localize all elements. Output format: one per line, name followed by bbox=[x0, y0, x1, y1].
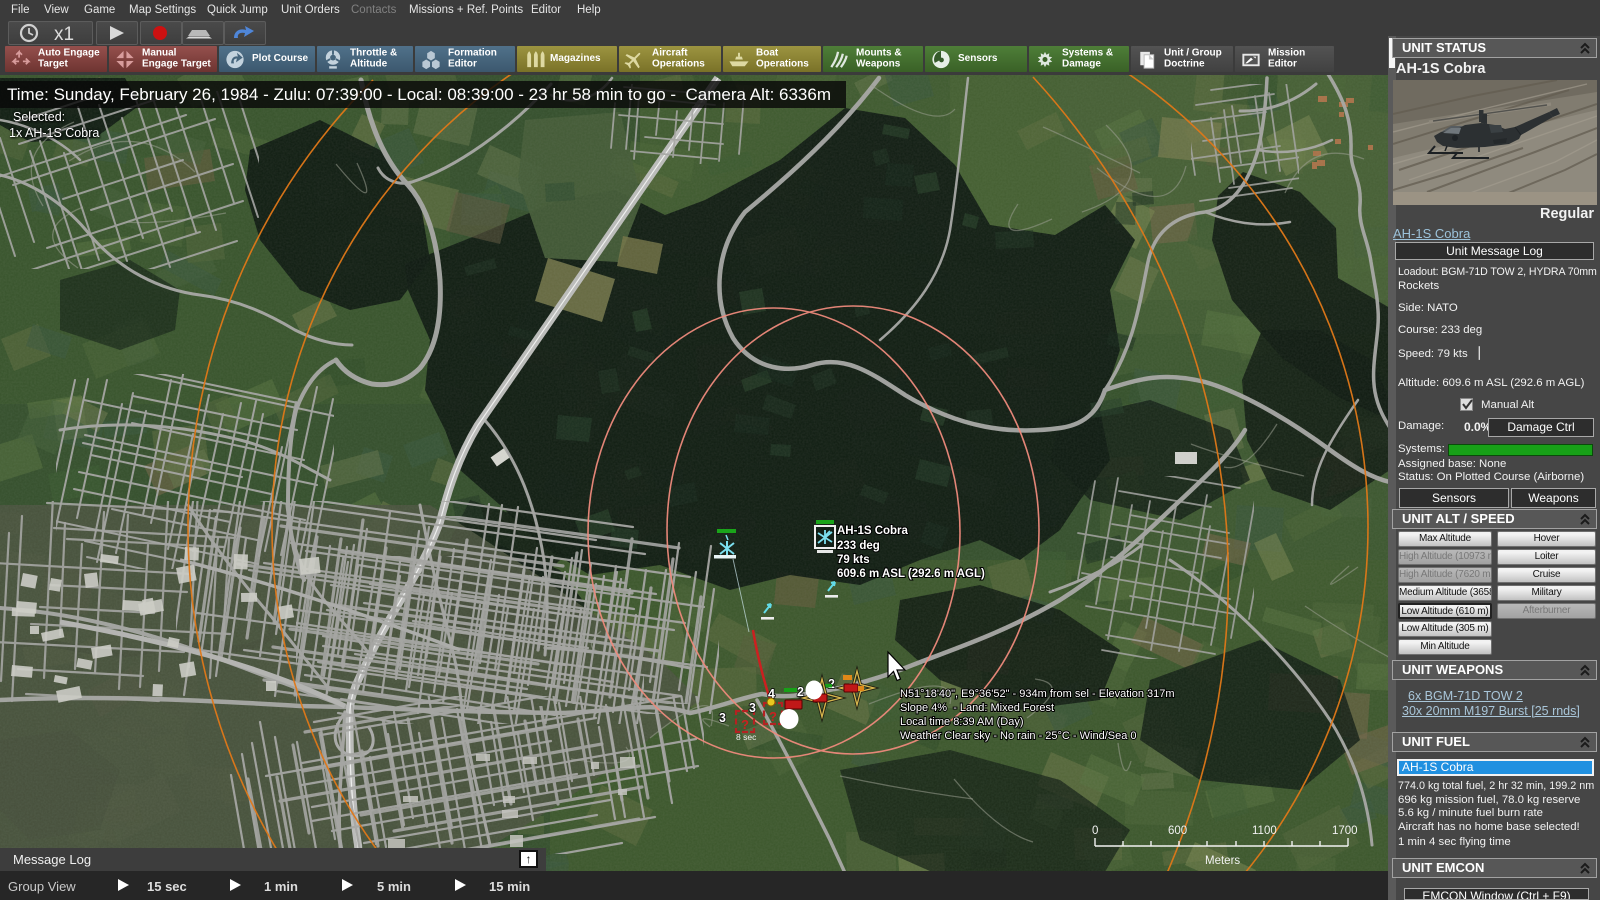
svg-text:Slope 4% - Land: Mixed Forest: Slope 4% - Land: Mixed Forest bbox=[900, 702, 1054, 714]
svg-text:Local time 8:39 AM (Day): Local time 8:39 AM (Day) bbox=[900, 716, 1024, 728]
svg-text:3: 3 bbox=[749, 701, 756, 715]
svg-text:?: ? bbox=[741, 717, 749, 732]
svg-text:3: 3 bbox=[719, 711, 726, 725]
svg-text:N51°18'40", E9°36'52" - 934m f: N51°18'40", E9°36'52" - 934m from sel - … bbox=[900, 688, 1175, 700]
svg-text:1700: 1700 bbox=[1332, 825, 1358, 837]
svg-text:600: 600 bbox=[1168, 825, 1187, 837]
svg-text:Weather Clear sky - No rain -: Weather Clear sky - No rain - 25°C - Win… bbox=[900, 730, 1137, 742]
svg-text:609.6 m ASL (292.6 m AGL): 609.6 m ASL (292.6 m AGL) bbox=[837, 568, 985, 580]
svg-text:AH-1S Cobra: AH-1S Cobra bbox=[837, 525, 909, 537]
svg-text:79 kts: 79 kts bbox=[837, 554, 870, 566]
svg-text:0: 0 bbox=[1092, 825, 1098, 837]
svg-text:8 sec: 8 sec bbox=[736, 732, 757, 742]
svg-text:Meters: Meters bbox=[1205, 855, 1240, 867]
svg-text:x1: x1 bbox=[54, 24, 74, 45]
svg-text:?: ? bbox=[769, 709, 777, 724]
svg-text:233 deg: 233 deg bbox=[837, 540, 880, 552]
svg-text:1100: 1100 bbox=[1252, 825, 1277, 837]
